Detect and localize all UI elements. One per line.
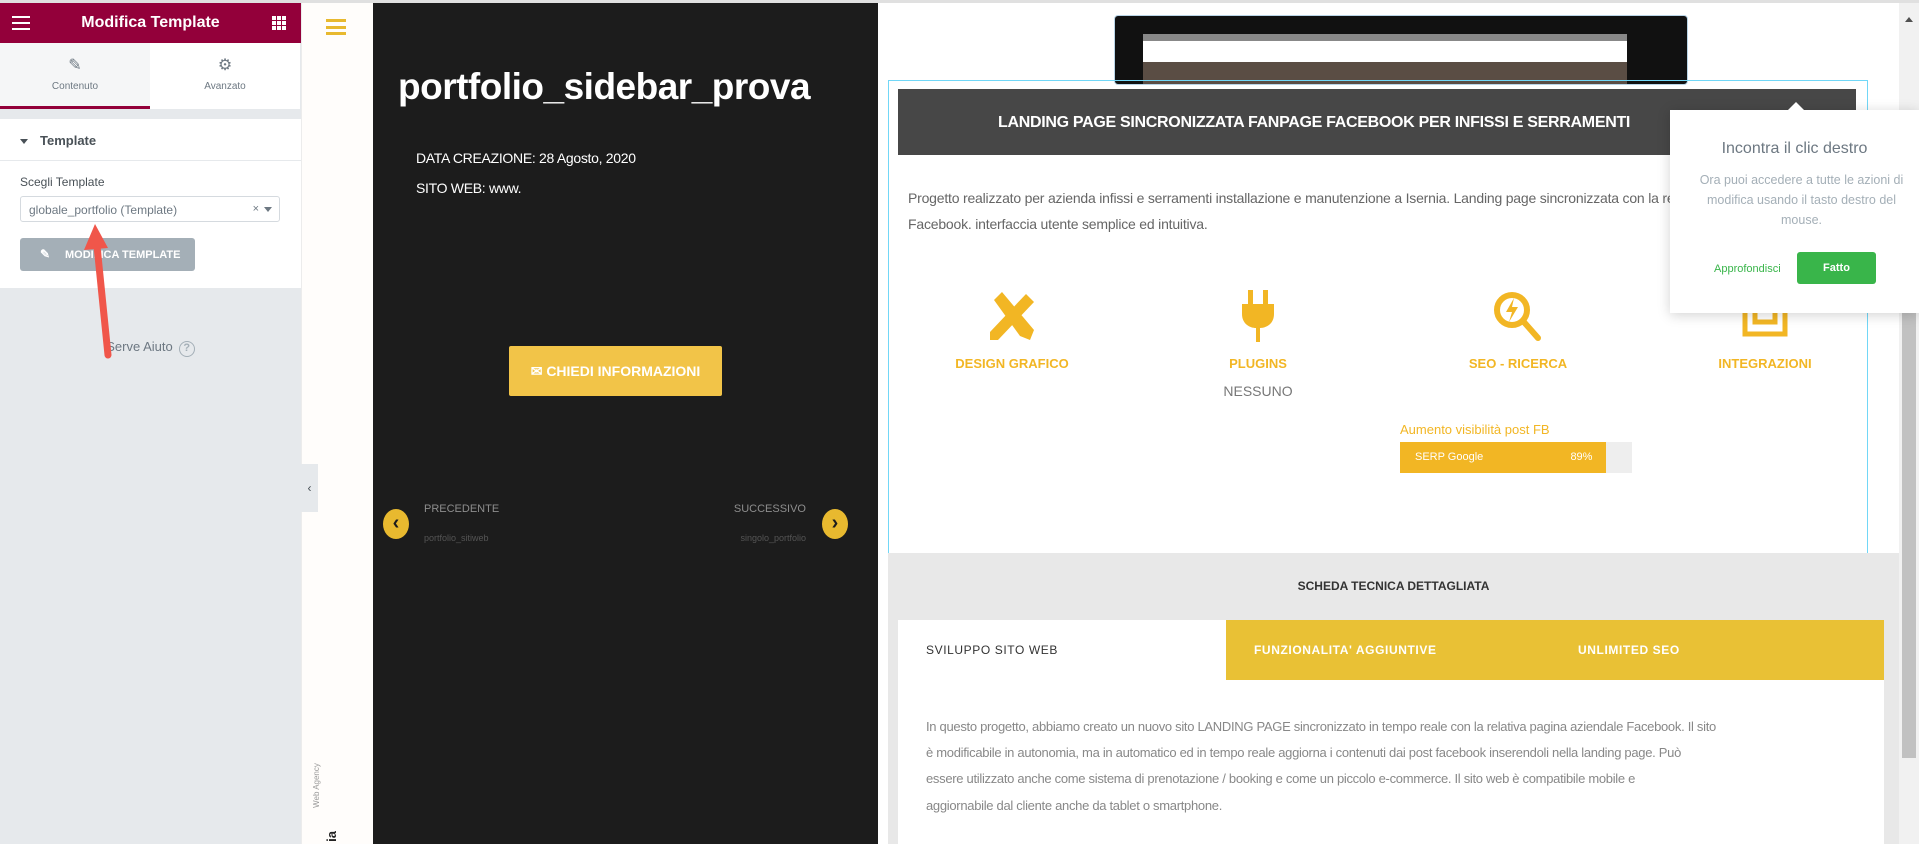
prev-title[interactable]: portfolio_sitiweb — [424, 533, 489, 543]
button-label: MODIFICA TEMPLATE — [65, 249, 181, 261]
body-line: essere utilizzato anche come sistema di … — [926, 771, 1636, 786]
tab-avanzato[interactable]: ⚙ Avanzato — [150, 43, 300, 109]
pencil-icon: ✎ — [68, 57, 82, 74]
section-toggle[interactable]: Template — [0, 119, 301, 161]
tech-sheet-section: SCHEDA TECNICA DETTAGLIATA SVILUPPO SITO… — [888, 553, 1899, 850]
clear-icon[interactable]: × — [253, 203, 259, 215]
intro-line: Facebook. interfaccia utente semplice ed… — [908, 216, 1208, 232]
page-title: portfolio_sidebar_prova — [398, 66, 811, 107]
creation-date: DATA CREAZIONE: 28 Agosto, 2020 — [416, 150, 636, 166]
tab-contenuto[interactable]: ✎ Contenuto — [0, 43, 150, 109]
hero-panel: portfolio_sidebar_prova DATA CREAZIONE: … — [373, 3, 878, 844]
design-tools-icon — [990, 292, 1034, 340]
mail-icon: ✉ — [530, 363, 547, 379]
next-label[interactable]: SUCCESSIVO — [734, 503, 806, 515]
project-screenshot — [1114, 15, 1688, 85]
prev-label[interactable]: PRECEDENTE — [424, 503, 499, 515]
tab-label: Contenuto — [51, 81, 99, 92]
field-label: Scegli Template — [20, 175, 105, 189]
pencil-icon: ✎ — [40, 247, 51, 261]
hamburger-icon[interactable] — [326, 19, 346, 35]
scroll-up-icon[interactable] — [1905, 13, 1913, 22]
template-select[interactable]: globale_portfolio (Template) × — [20, 196, 280, 222]
progress-name: SERP Google — [1415, 451, 1484, 463]
tab-content: In questo progetto, abbiamo creato un nu… — [898, 680, 1884, 850]
feature-seo: SEO - RICERCA — [1418, 290, 1618, 371]
help-link[interactable]: Serve Aiuto? — [0, 339, 301, 357]
tech-sheet-title: SCHEDA TECNICA DETTAGLIATA — [1297, 579, 1490, 593]
editor-panel: Modifica Template ✎ Contenuto ⚙ Avanzato T… — [0, 3, 301, 844]
panel-header: Modifica Template — [0, 3, 301, 43]
right-click-tip-popup: Incontra il clic destro Ora puoi acceder… — [1670, 102, 1919, 313]
feature-sub: NESSUNO — [1223, 383, 1293, 399]
scrollbar-thumb[interactable] — [1902, 313, 1916, 758]
tab-funzionalita[interactable]: FUNZIONALITA' AGGIUNTIVE — [1254, 620, 1437, 680]
feature-label: INTEGRAZIONI — [1718, 356, 1812, 371]
template-section: Template Scegli Template globale_portfol… — [0, 119, 301, 288]
select-value: globale_portfolio (Template) — [29, 203, 178, 217]
feature-label: DESIGN GRAFICO — [955, 356, 1069, 371]
gear-icon: ⚙ — [217, 57, 233, 74]
progress-bar: SERP Google 89% — [1400, 442, 1632, 473]
next-arrow-icon[interactable]: › — [822, 509, 848, 539]
tab-sviluppo[interactable]: SVILUPPO SITO WEB — [898, 620, 1226, 680]
collapse-panel-button[interactable]: ‹ — [301, 464, 318, 512]
website: SITO WEB: www. — [416, 180, 522, 196]
progress-fill: SERP Google 89% — [1400, 442, 1607, 473]
feature-label: PLUGINS — [1229, 356, 1287, 371]
chevron-down-icon[interactable] — [264, 207, 272, 216]
help-label: Serve Aiuto — [106, 339, 173, 354]
question-icon: ? — [178, 341, 195, 357]
agency-text: Web Agency — [311, 763, 321, 808]
seo-search-icon — [1494, 292, 1541, 341]
request-info-button[interactable]: ✉ CHIEDI INFORMAZIONI — [509, 346, 722, 396]
next-title[interactable]: singolo_portfolio — [740, 533, 806, 543]
body-line: è modificabile in autonomia, ma in autom… — [926, 745, 1682, 760]
body-line: In questo progetto, abbiamo creato un nu… — [926, 719, 1716, 734]
edit-template-button[interactable]: ✎ MODIFICA TEMPLATE — [20, 238, 195, 271]
feature-label: SEO - RICERCA — [1468, 356, 1568, 371]
body-line: aggiornabile dal cliente anche da tablet… — [926, 798, 1223, 813]
button-label: CHIEDI INFORMAZIONI — [546, 363, 701, 379]
done-button[interactable]: Fatto — [1797, 252, 1876, 284]
tech-tabs: SVILUPPO SITO WEB FUNZIONALITA' AGGIUNTI… — [898, 620, 1884, 680]
tab-seo[interactable]: UNLIMITED SEO — [1578, 620, 1680, 680]
widgets-grid-icon[interactable] — [272, 16, 286, 30]
panel-title: Modifica Template — [81, 14, 220, 31]
popup-title: Incontra il clic destro — [1721, 140, 1868, 157]
feature-plugins: PLUGINS NESSUNO — [1158, 290, 1358, 399]
progress-title: Aumento visibilità post FB — [1400, 422, 1550, 437]
prev-arrow-icon[interactable]: ‹ — [383, 509, 409, 539]
plug-icon — [1242, 290, 1274, 342]
feature-design: DESIGN GRAFICO — [912, 290, 1112, 371]
popup-body: Ora puoi accedere a tutte le azioni di m… — [1699, 173, 1904, 227]
site-side-strip: Web Agency ia — [301, 3, 373, 844]
brand-text: ia — [323, 831, 339, 842]
tab-label: Avanzato — [204, 81, 246, 92]
learn-more-link[interactable]: Approfondisci — [1714, 263, 1781, 275]
progress-value: 89% — [1570, 451, 1593, 463]
